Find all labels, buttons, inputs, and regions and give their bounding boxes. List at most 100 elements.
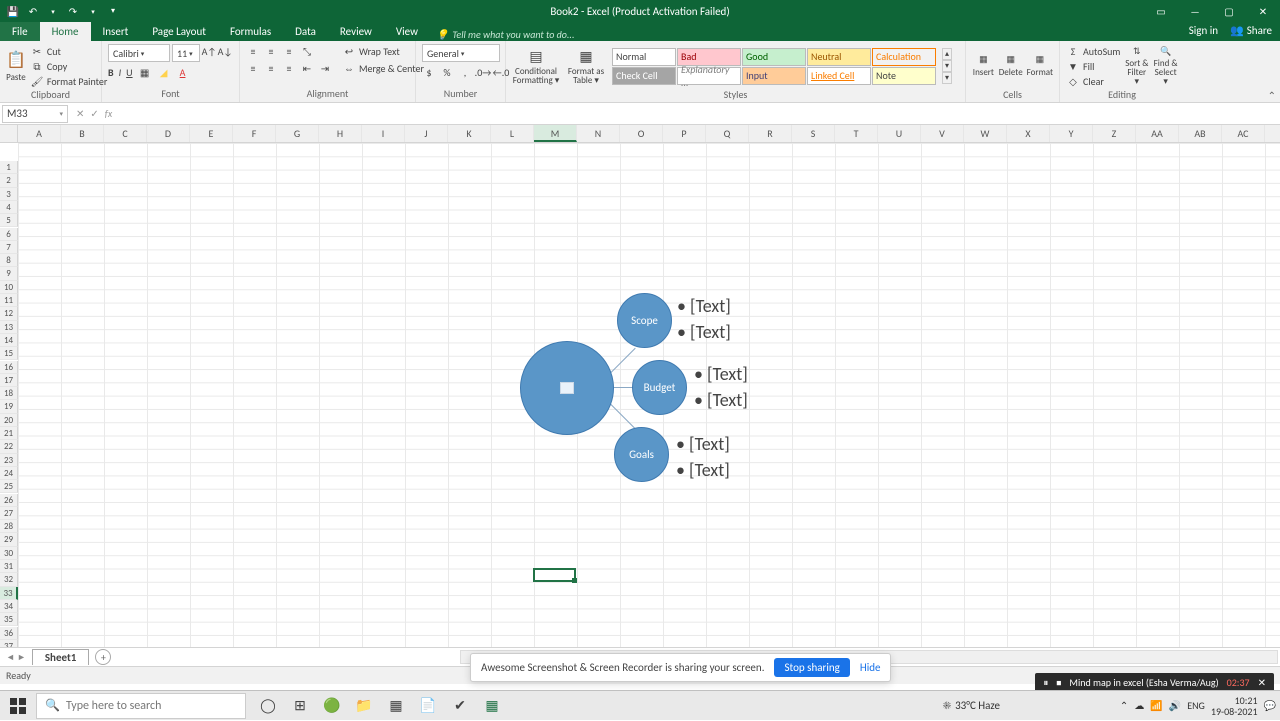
fill-button[interactable]: ▼Fill xyxy=(1066,59,1120,73)
style-normal[interactable]: Normal xyxy=(612,48,676,66)
tab-home[interactable]: Home xyxy=(40,22,91,41)
font-size-select[interactable]: 11▾ xyxy=(172,44,200,62)
row-header-18[interactable]: 18 xyxy=(0,387,18,400)
shrink-font-icon[interactable]: A↓ xyxy=(218,44,232,58)
row-header-6[interactable]: 6 xyxy=(0,228,18,241)
style-check-cell[interactable]: Check Cell xyxy=(612,67,676,85)
align-center-icon[interactable]: ≡ xyxy=(264,61,278,75)
style-scroll-up-icon[interactable]: ▴ xyxy=(942,48,952,60)
rec-close-icon[interactable]: ✕ xyxy=(1258,676,1266,689)
col-header-O[interactable]: O xyxy=(620,125,663,142)
merge-center-button[interactable]: ⇔Merge & Center xyxy=(342,61,424,75)
align-left-icon[interactable]: ≡ xyxy=(246,61,260,75)
style-input[interactable]: Input xyxy=(742,67,806,85)
row-header-2[interactable]: 2 xyxy=(0,174,18,187)
row-header-10[interactable]: 10 xyxy=(0,281,18,294)
row-header-34[interactable]: 34 xyxy=(0,600,18,613)
col-header-B[interactable]: B xyxy=(61,125,104,142)
central-node[interactable] xyxy=(520,341,614,435)
style-linked-cell[interactable]: Linked Cell xyxy=(807,67,871,85)
row-header-12[interactable]: 12 xyxy=(0,307,18,320)
file-explorer-icon[interactable]: 📁 xyxy=(350,692,378,720)
format-as-table-button[interactable]: ▦Format asTable ▾ xyxy=(564,44,608,88)
font-name-select[interactable]: Calibri▾ xyxy=(108,44,170,62)
col-header-F[interactable]: F xyxy=(233,125,276,142)
tray-lang[interactable]: ENG xyxy=(1187,699,1205,712)
app-icon-2[interactable]: 📄 xyxy=(414,692,442,720)
style-neutral[interactable]: Neutral xyxy=(807,48,871,66)
col-header-Y[interactable]: Y xyxy=(1050,125,1093,142)
style-more-icon[interactable]: ▾ xyxy=(942,72,952,84)
row-header-7[interactable]: 7 xyxy=(0,241,18,254)
find-select-button[interactable]: 🔍Find &Select ▾ xyxy=(1153,44,1178,88)
fill-handle[interactable] xyxy=(572,578,577,583)
col-header-I[interactable]: I xyxy=(362,125,405,142)
col-header-L[interactable]: L xyxy=(491,125,534,142)
tray-notifications-icon[interactable]: 💬 xyxy=(1264,699,1276,712)
bullets-budget[interactable]: [Text][Text] xyxy=(694,361,748,413)
node-budget[interactable]: Budget xyxy=(632,360,687,415)
maximize-button[interactable]: ▢ xyxy=(1212,0,1246,22)
cortana-icon[interactable]: ◯ xyxy=(254,692,282,720)
row-header-36[interactable]: 36 xyxy=(0,627,18,640)
col-header-W[interactable]: W xyxy=(964,125,1007,142)
tray-chevron-icon[interactable]: ⌃ xyxy=(1120,699,1128,712)
col-header-Z[interactable]: Z xyxy=(1093,125,1136,142)
minimize-button[interactable]: — xyxy=(1178,0,1212,22)
tray-cloud-icon[interactable]: ☁ xyxy=(1134,699,1144,712)
sheet-tab-sheet1[interactable]: Sheet1 xyxy=(32,649,90,665)
fill-color-icon[interactable]: ◢ xyxy=(157,65,171,79)
stop-sharing-button[interactable]: Stop sharing xyxy=(774,658,849,677)
undo-icon[interactable]: ↶ xyxy=(26,4,40,18)
chrome-icon[interactable]: 🟢 xyxy=(318,692,346,720)
copy-button[interactable]: ⧉Copy xyxy=(30,59,107,73)
align-top-icon[interactable]: ≡ xyxy=(246,44,260,58)
col-header-AB[interactable]: AB xyxy=(1179,125,1222,142)
share-button[interactable]: 👥Share xyxy=(1230,24,1272,37)
clear-button[interactable]: ◇Clear xyxy=(1066,74,1120,88)
row-header-35[interactable]: 35 xyxy=(0,613,18,626)
system-tray[interactable]: ⌃ ☁ 📶 🔊 ENG 10:2119-08-2021 💬 xyxy=(1120,695,1276,717)
indent-inc-icon[interactable]: ⇥ xyxy=(318,61,332,75)
underline-button[interactable]: U xyxy=(126,66,132,79)
align-bottom-icon[interactable]: ≡ xyxy=(282,44,296,58)
sort-filter-button[interactable]: ⇅Sort &Filter ▾ xyxy=(1124,44,1149,88)
taskbar-search[interactable]: 🔍 Type here to search xyxy=(36,693,246,719)
task-view-icon[interactable]: ⊞ xyxy=(286,692,314,720)
inc-decimal-icon[interactable]: .0→ xyxy=(476,65,490,79)
col-header-K[interactable]: K xyxy=(448,125,491,142)
autosum-button[interactable]: ΣAutoSum xyxy=(1066,44,1120,58)
ribbon-options-icon[interactable]: ▭ xyxy=(1144,0,1178,22)
qat-customize-icon[interactable]: ▾ xyxy=(106,4,120,18)
bullets-scope[interactable]: [Text][Text] xyxy=(677,293,731,345)
col-header-AC[interactable]: AC xyxy=(1222,125,1265,142)
cut-button[interactable]: ✂Cut xyxy=(30,44,107,58)
row-header-21[interactable]: 21 xyxy=(0,427,18,440)
tray-volume-icon[interactable]: 🔊 xyxy=(1169,699,1181,712)
italic-button[interactable]: I xyxy=(119,66,122,79)
insert-cells-button[interactable]: ▦Insert xyxy=(972,44,995,88)
orientation-icon[interactable]: ⤡ xyxy=(300,44,314,58)
row-header-13[interactable]: 13 xyxy=(0,321,18,334)
col-header-M[interactable]: M xyxy=(534,125,577,142)
align-middle-icon[interactable]: ≡ xyxy=(264,44,278,58)
tab-data[interactable]: Data xyxy=(283,22,328,41)
save-icon[interactable]: 💾 xyxy=(6,4,20,18)
row-header-29[interactable]: 29 xyxy=(0,533,18,546)
select-all-corner[interactable] xyxy=(0,125,18,142)
style-explanatory[interactable]: Explanatory ... xyxy=(677,67,741,85)
accounting-icon[interactable]: $ xyxy=(422,65,436,79)
grow-font-icon[interactable]: A↑ xyxy=(202,44,216,58)
row-header-27[interactable]: 27 xyxy=(0,507,18,520)
percent-icon[interactable]: % xyxy=(440,65,454,79)
redo-drop-icon[interactable]: ▾ xyxy=(86,4,100,18)
cancel-formula-icon[interactable]: ✕ xyxy=(76,107,84,120)
hide-banner-button[interactable]: Hide xyxy=(860,661,881,674)
col-header-R[interactable]: R xyxy=(749,125,792,142)
row-header-8[interactable]: 8 xyxy=(0,254,18,267)
col-header-X[interactable]: X xyxy=(1007,125,1050,142)
app-icon-1[interactable]: ▦ xyxy=(382,692,410,720)
style-note[interactable]: Note xyxy=(872,67,936,85)
rec-stop-icon[interactable]: ⏹ xyxy=(1056,676,1061,689)
col-header-A[interactable]: A xyxy=(18,125,61,142)
